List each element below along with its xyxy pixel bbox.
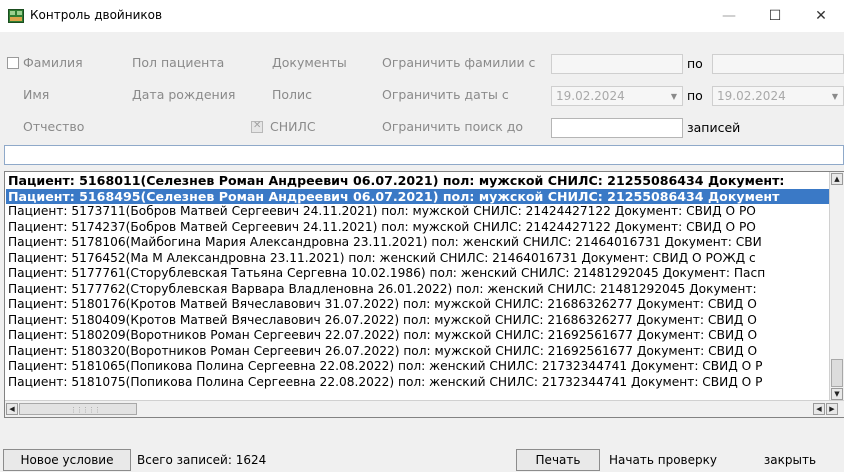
scroll-left-icon[interactable]: ◀ (6, 403, 18, 415)
search-input[interactable] (4, 145, 844, 165)
duplicates-window: Контроль двойников — ☐ ✕ Фамилия Имя Отч… (0, 0, 844, 472)
list-item[interactable]: Пациент: 5177761(Сторублевская Татьяна С… (6, 266, 832, 282)
patronymic-label: Отчество (23, 119, 85, 134)
duplicates-app-icon (8, 8, 24, 24)
list-item[interactable]: Пациент: 5180409(Кротов Матвей Вячеславо… (6, 313, 832, 329)
date-from-input[interactable]: 19.02.2024 ▼ (551, 86, 683, 106)
list-item[interactable]: Пациент: 5180320(Воротников Роман Сергее… (6, 344, 832, 360)
duplicates-list[interactable]: Пациент: 5168011(Селезнев Роман Андрееви… (4, 171, 844, 418)
filter-panel: Фамилия Имя Отчество Пол пациента Дата р… (0, 32, 844, 142)
list-item[interactable]: Пациент: 5174237(Бобров Матвей Сергеевич… (6, 220, 832, 236)
list-item[interactable]: Пациент: 5177762(Сторублевская Варвара В… (6, 282, 832, 298)
list-item[interactable]: Пациент: 5168011(Селезнев Роман Андрееви… (6, 173, 832, 189)
snils-checkbox[interactable]: ✕ (251, 120, 263, 133)
name-label: Имя (23, 87, 50, 102)
surname-label: Фамилия (23, 55, 83, 70)
vertical-scroll-thumb[interactable] (831, 359, 843, 387)
list-item[interactable]: Пациент: 5180176(Кротов Матвей Вячеславо… (6, 297, 832, 313)
list-item[interactable]: Пациент: 5181065(Попикова Полина Сергеев… (6, 359, 832, 375)
chevron-down-icon[interactable]: ▼ (666, 87, 682, 105)
limit-surnames-label: Ограничить фамилии с (382, 55, 536, 70)
scroll-right-icon[interactable]: ▶ (826, 403, 838, 415)
window-title: Контроль двойников (30, 8, 163, 22)
vertical-scrollbar[interactable]: ▲ ▼ (829, 172, 844, 401)
search-limit-input[interactable] (551, 118, 683, 138)
print-button[interactable]: Печать (516, 449, 600, 471)
list-item[interactable]: Пациент: 5168495(Селезнев Роман Андрееви… (6, 188, 832, 204)
birthdate-label: Дата рождения (132, 87, 236, 102)
limit-search-label: Ограничить поиск до (382, 119, 524, 134)
scroll-up-icon[interactable]: ▲ (831, 173, 843, 185)
limit-dates-label: Ограничить даты с (382, 87, 509, 102)
policy-label: Полис (272, 87, 313, 102)
documents-label: Документы (272, 55, 347, 70)
close-window-button[interactable]: ✕ (798, 0, 844, 32)
surname-checkbox[interactable] (7, 57, 19, 69)
title-bar: Контроль двойников — ☐ ✕ (0, 0, 844, 32)
minimize-button[interactable]: — (706, 0, 752, 32)
new-condition-button[interactable]: Новое условие (3, 449, 131, 471)
list-item[interactable]: Пациент: 5176452(Ма М Александровна 23.1… (6, 251, 832, 267)
chevron-down-icon[interactable]: ▼ (827, 87, 843, 105)
horizontal-scroll-thumb[interactable]: ⋮⋮⋮⋮⋮ (19, 403, 137, 415)
date-to-input[interactable]: 19.02.2024 ▼ (712, 86, 844, 106)
snils-label: СНИЛС (270, 119, 316, 134)
horizontal-scrollbar[interactable]: ◀ ⋮⋮⋮⋮⋮ ◀ ▶ (5, 400, 844, 417)
total-records-text: Всего записей: 1624 (137, 453, 267, 467)
gender-label: Пол пациента (132, 55, 225, 70)
maximize-button[interactable]: ☐ (752, 0, 798, 32)
surname-from-input[interactable] (551, 54, 683, 74)
list-item[interactable]: Пациент: 5180209(Воротников Роман Сергее… (6, 328, 832, 344)
date-to-label: по (687, 88, 703, 103)
surname-to-label: по (687, 56, 703, 71)
list-item[interactable]: Пациент: 5181075(Попикова Полина Сергеев… (6, 375, 832, 391)
start-check-button[interactable]: Начать проверку (604, 449, 722, 471)
records-label: записей (687, 120, 741, 135)
patient-rows: Пациент: 5168011(Селезнев Роман Андрееви… (6, 173, 832, 401)
list-item[interactable]: Пациент: 5178106(Майбогина Мария Алексан… (6, 235, 832, 251)
bottom-bar: Новое условие Всего записей: 1624 Печать… (0, 449, 844, 472)
close-button[interactable]: закрыть (750, 449, 830, 471)
scroll-left-icon-2[interactable]: ◀ (813, 403, 825, 415)
list-item[interactable]: Пациент: 5173711(Бобров Матвей Сергеевич… (6, 204, 832, 220)
scroll-down-icon[interactable]: ▼ (831, 388, 843, 400)
surname-to-input[interactable] (712, 54, 844, 74)
